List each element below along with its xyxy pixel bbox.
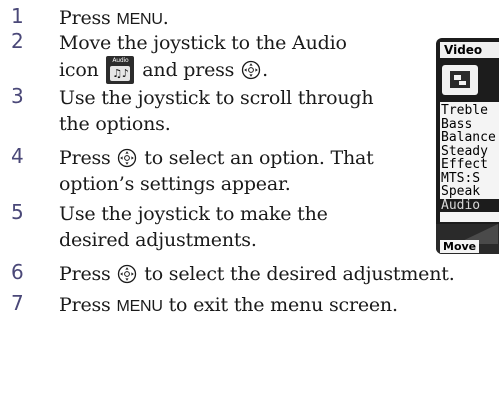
step-text-line: desired adjustments. (59, 229, 257, 251)
audio-icon: Audio ♫♪ (106, 56, 135, 84)
step-number: 2 (11, 29, 24, 53)
step-text: Press to select an option. That option’s… (59, 145, 374, 197)
menu-item: MTS:S (441, 170, 481, 186)
step-number: 5 (11, 200, 24, 224)
picture-icon (442, 65, 478, 95)
audio-options-list: Treble Bass Balance Steady Effect MTS:S … (440, 102, 499, 222)
move-hint: Move (440, 240, 480, 253)
step-text-part: . (262, 59, 268, 81)
step-text: Press MENU. (59, 5, 169, 33)
menu-item: Effect (441, 157, 488, 172)
step-text: Move the joystick to the Audio icon Audi… (59, 30, 347, 84)
step-text: Use the joystick to scroll through the o… (59, 85, 374, 137)
video-tab: Video (440, 42, 499, 58)
menu-item: Steady (441, 143, 488, 159)
step-text-part: to select the desired adjustment. (138, 263, 455, 285)
step-text-line: Use the joystick to scroll through (59, 87, 374, 109)
step-number: 6 (11, 260, 24, 284)
step-text-part: icon (59, 59, 105, 81)
enter-button-icon (241, 60, 261, 80)
menu-item: Balance (441, 130, 496, 145)
step-text-part: and press (136, 59, 241, 81)
step-text-part: to exit the menu screen. (162, 294, 398, 316)
step-text-part: Press (59, 7, 117, 29)
step-number: 1 (11, 4, 24, 28)
step-text: Use the joystick to make the desired adj… (59, 201, 328, 253)
enter-button-icon (118, 264, 137, 284)
step-text-part: Press (59, 147, 117, 169)
screen-footer: Move (436, 224, 499, 254)
step-text-part: . (162, 7, 169, 29)
step-number: 3 (11, 84, 24, 108)
menu-key-label: MENU (116, 298, 163, 315)
step-text-line: Use the joystick to make the (59, 203, 328, 225)
menu-item: Treble (441, 103, 488, 118)
step-text: Press MENU to exit the menu screen. (59, 292, 398, 320)
step-text-part: Press (59, 263, 117, 285)
step-text-part: to select an option. That (138, 147, 374, 169)
menu-key-label: MENU (116, 11, 163, 28)
step-number: 4 (11, 144, 24, 168)
step-text-line: Move the joystick to the Audio (59, 32, 347, 54)
audio-icon-label: Audio (112, 57, 129, 64)
step-text-line: the options. (59, 113, 171, 135)
menu-item: Speak (441, 184, 481, 199)
music-notes-icon: ♫♪ (110, 66, 131, 81)
enter-button-icon (118, 148, 137, 168)
step-number: 7 (11, 291, 24, 315)
menu-screen-image: Video Treble Bass Balance Steady Effect … (436, 38, 499, 254)
step-text-part: Press (59, 294, 117, 316)
menu-item-selected: Audio (440, 198, 499, 212)
menu-item: Bass (441, 116, 473, 132)
step-text-line: option’s settings appear. (59, 173, 291, 195)
step-text: Press to select the desired adjustment. (59, 261, 455, 287)
